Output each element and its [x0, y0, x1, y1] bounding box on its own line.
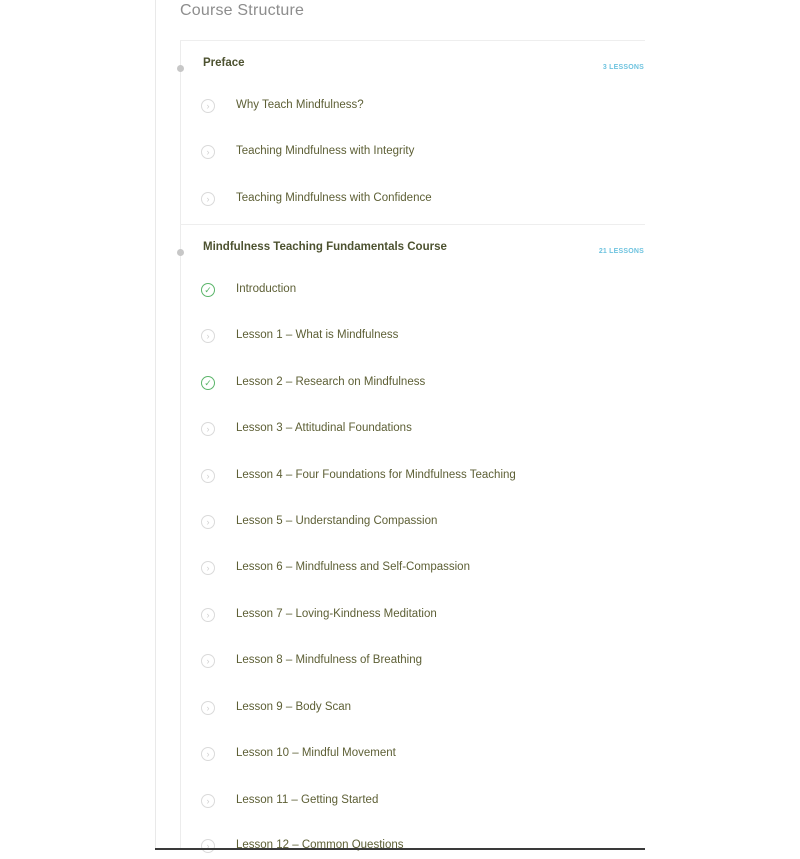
lesson-label[interactable]: Teaching Mindfulness with Integrity: [236, 145, 414, 157]
lesson-item[interactable]: › Why Teach Mindfulness?: [180, 95, 645, 119]
lesson-label[interactable]: Lesson 3 – Attitudinal Foundations: [236, 422, 412, 434]
chevron-circle-icon: ›: [201, 608, 215, 622]
lesson-item[interactable]: › Lesson 3 – Attitudinal Foundations: [180, 418, 645, 442]
lesson-label[interactable]: Lesson 8 – Mindfulness of Breathing: [236, 654, 422, 666]
lesson-item[interactable]: › Lesson 12 – Common Questions: [180, 835, 645, 859]
chevron-circle-icon: ›: [201, 329, 215, 343]
lesson-item[interactable]: › Lesson 6 – Mindfulness and Self-Compas…: [180, 557, 645, 581]
lesson-item[interactable]: › Teaching Mindfulness with Confidence: [180, 188, 645, 212]
lesson-item[interactable]: › Lesson 10 – Mindful Movement: [180, 743, 645, 767]
lesson-label[interactable]: Lesson 11 – Getting Started: [236, 794, 378, 806]
chevron-circle-icon: ›: [201, 839, 215, 853]
lesson-item[interactable]: › Lesson 4 – Four Foundations for Mindfu…: [180, 465, 645, 489]
check-circle-icon: ✓: [201, 283, 215, 297]
lesson-label[interactable]: Lesson 10 – Mindful Movement: [236, 747, 396, 759]
check-circle-icon: ✓: [201, 376, 215, 390]
lesson-label[interactable]: Lesson 2 – Research on Mindfulness: [236, 376, 425, 388]
course-structure-heading: Course Structure: [180, 2, 305, 19]
chevron-circle-icon: ›: [201, 747, 215, 761]
section-title[interactable]: Mindfulness Teaching Fundamentals Course: [203, 241, 447, 253]
lesson-item[interactable]: › Lesson 9 – Body Scan: [180, 697, 645, 721]
lesson-label[interactable]: Lesson 4 – Four Foundations for Mindfuln…: [236, 469, 516, 481]
lesson-label[interactable]: Introduction: [236, 283, 296, 295]
lesson-item[interactable]: › Lesson 5 – Understanding Compassion: [180, 511, 645, 535]
chevron-circle-icon: ›: [201, 561, 215, 575]
lesson-label[interactable]: Lesson 7 – Loving-Kindness Meditation: [236, 608, 437, 620]
section-dot-icon: [177, 249, 184, 256]
chevron-circle-icon: ›: [201, 192, 215, 206]
lesson-item[interactable]: › Lesson 1 – What is Mindfulness: [180, 325, 645, 349]
chevron-circle-icon: ›: [201, 422, 215, 436]
lesson-label[interactable]: Why Teach Mindfulness?: [236, 99, 364, 111]
lesson-count-badge: 21 LESSONS: [598, 248, 644, 255]
lesson-label[interactable]: Lesson 9 – Body Scan: [236, 701, 351, 713]
chevron-circle-icon: ›: [201, 794, 215, 808]
lesson-label[interactable]: Lesson 1 – What is Mindfulness: [236, 329, 398, 341]
lesson-item[interactable]: ✓ Introduction: [180, 279, 645, 303]
lesson-label[interactable]: Teaching Mindfulness with Confidence: [236, 192, 432, 204]
top-divider: [180, 40, 645, 41]
section-divider: [180, 224, 645, 225]
chevron-circle-icon: ›: [201, 469, 215, 483]
lesson-item[interactable]: › Lesson 11 – Getting Started: [180, 790, 645, 814]
chevron-circle-icon: ›: [201, 701, 215, 715]
section-title[interactable]: Preface: [203, 57, 245, 69]
lesson-item[interactable]: › Teaching Mindfulness with Integrity: [180, 141, 645, 165]
lesson-label[interactable]: Lesson 5 – Understanding Compassion: [236, 515, 437, 527]
chevron-circle-icon: ›: [201, 145, 215, 159]
lesson-count-badge: 3 LESSONS: [602, 64, 644, 71]
chevron-circle-icon: ›: [201, 654, 215, 668]
lesson-label[interactable]: Lesson 6 – Mindfulness and Self-Compassi…: [236, 561, 470, 573]
chevron-circle-icon: ›: [201, 99, 215, 113]
lesson-item[interactable]: › Lesson 8 – Mindfulness of Breathing: [180, 650, 645, 674]
lesson-item[interactable]: › Lesson 7 – Loving-Kindness Meditation: [180, 604, 645, 628]
chevron-circle-icon: ›: [201, 515, 215, 529]
lesson-item[interactable]: ✓ Lesson 2 – Research on Mindfulness: [180, 372, 645, 396]
content-left-border: [155, 0, 156, 850]
section-dot-icon: [177, 65, 184, 72]
